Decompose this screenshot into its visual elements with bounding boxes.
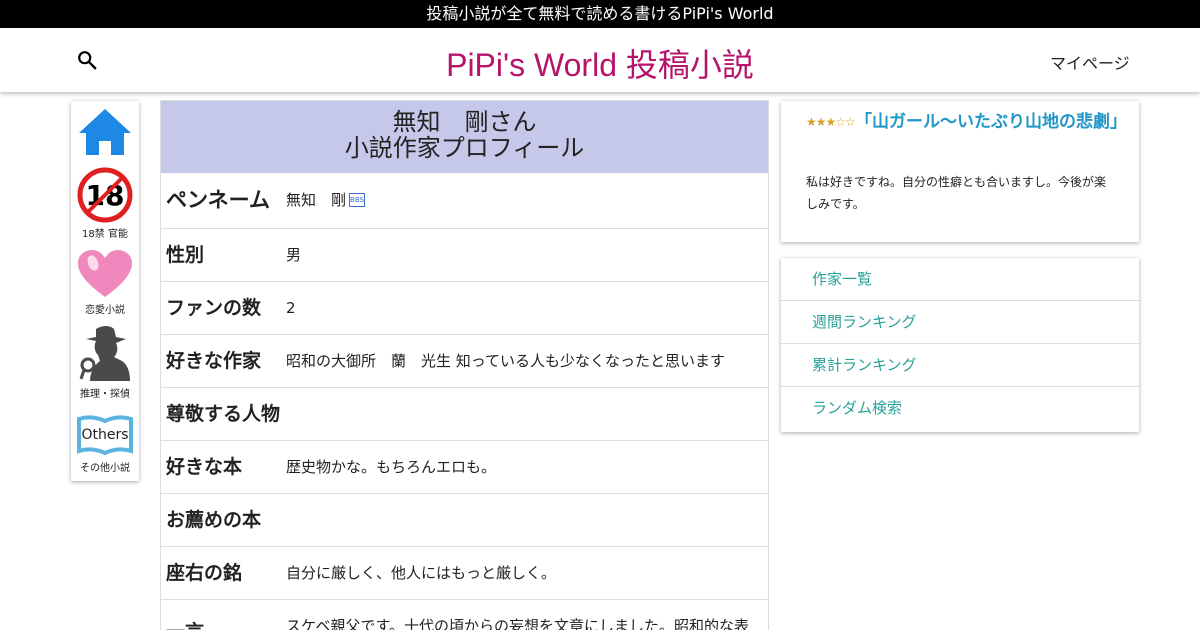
field-label: ペンネーム — [166, 188, 270, 212]
field-value: 男 — [286, 246, 302, 264]
profile-row-fans: ファンの数 2 — [161, 282, 768, 335]
profile-row-respected-person: 尊敬する人物 — [161, 388, 768, 441]
sidebar-item-label: 恋愛小説 — [85, 305, 125, 316]
sidebar-item-label: その他小説 — [80, 463, 130, 474]
profile-row-penname: ペンネーム 無知 剛 BBS — [161, 173, 768, 229]
review-card: ★★★☆☆ 「山ガール～いたぶり山地の悲劇」 私は好きですね。自分の性癖とも合い… — [781, 101, 1139, 242]
bbs-icon[interactable]: BBS — [349, 193, 366, 207]
home-icon — [79, 109, 131, 155]
profile-row-recommended-book: お薦めの本 — [161, 494, 768, 547]
field-value: 2 — [286, 299, 296, 317]
header: PiPi's World 投稿小説 マイページ — [0, 28, 1200, 92]
field-label: 座右の銘 — [166, 562, 243, 584]
profile-row-gender: 性別 男 — [161, 229, 768, 282]
others-icon: Others — [77, 415, 133, 456]
sidebar-item-mystery[interactable]: 推理・探偵 — [71, 325, 139, 400]
adult-18-icon: 18 — [77, 167, 133, 223]
link-author-list[interactable]: 作家一覧 — [781, 258, 1139, 301]
profile-row-favorite-book: 好きな本 歴史物かな。もちろんエロも。 — [161, 441, 768, 494]
field-label: お薦めの本 — [166, 509, 262, 531]
heart-icon — [78, 250, 132, 297]
site-title[interactable]: PiPi's World 投稿小説 — [0, 40, 1200, 86]
detective-icon — [79, 326, 130, 381]
sidebar-genre-nav: 18 18禁 官能 恋愛小説 推理・探偵 Others その他小説 — [71, 101, 139, 481]
others-icon-text: Others — [81, 427, 128, 443]
author-name-heading: 無知 剛さん — [392, 108, 537, 136]
field-value: スケベ親父です。十代の頃からの妄想を文章にしました。昭和的な表 — [286, 617, 750, 630]
link-total-ranking[interactable]: 累計ランキング — [781, 344, 1139, 387]
sidebar-item-romance[interactable]: 恋愛小説 — [71, 249, 139, 316]
field-value: 昭和の大御所 蘭 光生 知っている人も少なくなったと思います — [286, 352, 726, 370]
field-label: 好きな作家 — [166, 350, 262, 372]
link-weekly-ranking[interactable]: 週間ランキング — [781, 301, 1139, 344]
top-banner: 投稿小説が全て無料で読める書けるPiPi's World — [0, 0, 1200, 28]
field-value: 歴史物かな。もちろんエロも。 — [286, 458, 497, 476]
profile-heading: 小説作家プロフィール — [344, 134, 585, 162]
review-title-link[interactable]: 「山ガール～いたぶり山地の悲劇」 — [801, 110, 1131, 134]
nav-links-card: 作家一覧 週間ランキング 累計ランキング ランダム検索 — [781, 258, 1139, 432]
mypage-link[interactable]: マイページ — [1050, 50, 1130, 74]
profile-row-comment: 一言 スケベ親父です。十代の頃からの妄想を文章にしました。昭和的な表 — [161, 600, 768, 630]
sidebar-item-home[interactable] — [71, 107, 139, 157]
field-label: ファンの数 — [166, 297, 262, 319]
profile-header: 無知 剛さん 小説作家プロフィール — [161, 101, 768, 173]
author-profile: 無知 剛さん 小説作家プロフィール ペンネーム 無知 剛 BBS 性別 男 ファン… — [160, 100, 769, 630]
sidebar-item-adult[interactable]: 18 18禁 官能 — [71, 167, 139, 240]
sidebar-item-label: 推理・探偵 — [80, 389, 130, 400]
field-label: 一言 — [166, 622, 204, 630]
review-text: 私は好きですね。自分の性癖とも合いますし。今後が楽しみです。 — [806, 175, 1107, 211]
profile-row-motto: 座右の銘 自分に厳しく、他人にはもっと厳しく。 — [161, 547, 768, 600]
link-random-search[interactable]: ランダム検索 — [781, 387, 1139, 430]
field-label: 尊敬する人物 — [166, 403, 281, 425]
field-label: 好きな本 — [166, 456, 243, 478]
field-label: 性別 — [166, 244, 205, 266]
field-value: 自分に厳しく、他人にはもっと厳しく。 — [286, 564, 557, 582]
field-value: 無知 剛 BBS — [286, 191, 366, 209]
sidebar-item-label: 18禁 官能 — [82, 229, 128, 240]
profile-row-favorite-author: 好きな作家 昭和の大御所 蘭 光生 知っている人も少なくなったと思います — [161, 335, 768, 388]
sidebar-item-others[interactable]: Others その他小説 — [71, 413, 139, 474]
